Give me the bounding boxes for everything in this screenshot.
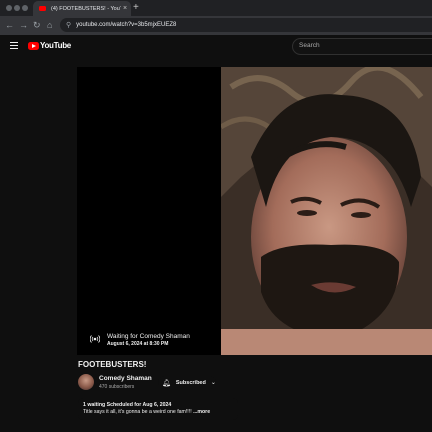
description-box[interactable]: 1 waiting Scheduled for Aug 6, 2024 Titl… <box>78 398 238 420</box>
close-tab-icon[interactable]: × <box>123 5 127 12</box>
browser-toolbar: ← → ↻ ⌂ ⚲ youtube.com/watch?v=3b5mjxEUEZ… <box>0 16 432 35</box>
bell-icon: 🔔︎ <box>162 379 171 387</box>
youtube-header: YouTube Search <box>0 35 432 57</box>
address-bar[interactable]: ⚲ youtube.com/watch?v=3b5mjxEUEZ8 <box>60 18 432 32</box>
search-input[interactable]: Search <box>292 38 432 55</box>
site-settings-icon[interactable]: ⚲ <box>66 21 71 29</box>
scheduled-time: August 6, 2024 at 8:30 PM <box>107 341 169 347</box>
browser-tab[interactable]: (4) FOOTEBUSTERS! - YouTube × <box>33 1 131 16</box>
youtube-logo-icon <box>28 41 39 50</box>
back-button[interactable]: ← <box>5 19 14 31</box>
description-meta: 1 waiting Scheduled for Aug 6, 2024 <box>83 402 172 408</box>
subscribed-button[interactable]: 🔔︎ Subscribed ⌄ <box>158 376 216 389</box>
youtube-favicon <box>39 6 46 11</box>
new-tab-button[interactable]: + <box>133 2 139 13</box>
waiting-title: Waiting for Comedy Shaman <box>107 333 190 340</box>
window-zoom-dot[interactable] <box>22 5 28 11</box>
more-link[interactable]: ...more <box>193 409 210 415</box>
description-text: Title says it all, it's gonna be a weird… <box>83 409 194 415</box>
search-placeholder: Search <box>299 42 320 49</box>
window-close-dot[interactable] <box>6 5 12 11</box>
description-text-line: Title says it all, it's gonna be a weird… <box>83 409 210 415</box>
forward-button[interactable]: → <box>19 19 28 31</box>
window-minimize-dot[interactable] <box>14 5 20 11</box>
url-text: youtube.com/watch?v=3b5mjxEUEZ8 <box>76 22 177 28</box>
channel-avatar[interactable] <box>78 374 94 390</box>
video-thumbnail[interactable] <box>221 67 432 355</box>
home-button[interactable]: ⌂ <box>47 19 52 31</box>
browser-tab-bar: (4) FOOTEBUSTERS! - YouTube × + <box>0 0 432 16</box>
waiting-overlay: Waiting for Comedy Shaman August 6, 2024… <box>90 333 190 348</box>
menu-icon[interactable] <box>10 42 18 49</box>
reload-button[interactable]: ↻ <box>33 19 41 31</box>
tab-title: (4) FOOTEBUSTERS! - YouTube <box>51 5 121 12</box>
logo-text: YouTube <box>40 41 71 50</box>
live-broadcast-icon <box>90 335 100 343</box>
subscribed-label: Subscribed <box>175 379 206 386</box>
thumbnail-image <box>221 67 432 355</box>
channel-name[interactable]: Comedy Shaman <box>99 375 152 382</box>
video-title: FOOTEBUSTERS! <box>78 360 147 369</box>
chevron-down-icon: ⌄ <box>210 380 216 386</box>
youtube-logo[interactable]: YouTube <box>28 41 71 50</box>
subscriber-count: 470 subscribers <box>99 384 135 390</box>
